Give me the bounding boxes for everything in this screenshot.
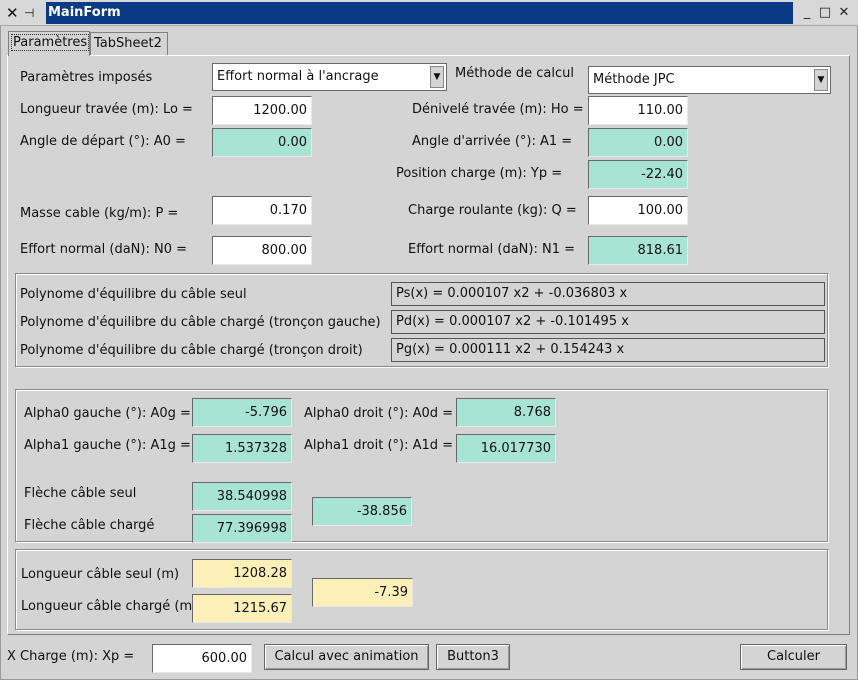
tab-parametres[interactable]: Paramètres	[8, 31, 90, 56]
calcul-animation-button[interactable]: Calcul avec animation	[264, 644, 429, 670]
poly-gauche-label: Polynome d'équilibre du câble chargé (tr…	[20, 315, 381, 330]
calculer-button[interactable]: Calculer	[740, 644, 847, 670]
tab-parametres-label: Paramètres	[10, 34, 90, 51]
a1g-label: Alpha1 gauche (°): A1g =	[24, 438, 191, 453]
p-input[interactable]: 0.170	[212, 196, 312, 225]
longueur-charge-label: Longueur câble chargé (m)	[21, 599, 198, 614]
poly-droit-label: Polynome d'équilibre du câble chargé (tr…	[20, 343, 363, 358]
poly-gauche-field: Pd(x) = 0.000107 x2 + -0.101495 x	[391, 310, 825, 334]
longueur-charge-field: 1215.67	[192, 594, 292, 623]
q-input[interactable]: 100.00	[588, 196, 688, 225]
a0d-label: Alpha0 droit (°): A0d =	[304, 406, 454, 421]
lo-input[interactable]: 1200.00	[212, 96, 312, 125]
fleche-seul-label: Flèche câble seul	[24, 486, 137, 501]
longueur-seul-label: Longueur câble seul (m)	[21, 567, 180, 582]
fleche-diff-field: -38.856	[312, 497, 412, 526]
a0d-field: 8.768	[456, 398, 556, 427]
n0-label: Effort normal (daN): N0 =	[20, 242, 188, 257]
a1-label: Angle d'arrivée (°): A1 =	[412, 134, 573, 149]
longueur-seul-field: 1208.28	[192, 559, 292, 588]
q-label: Charge roulante (kg): Q =	[408, 203, 577, 218]
xp-input[interactable]: 600.00	[152, 644, 252, 673]
a0g-label: Alpha0 gauche (°): A0g =	[24, 406, 191, 421]
n1-label: Effort normal (daN): N1 =	[408, 242, 576, 257]
a0-label: Angle de départ (°): A0 =	[20, 134, 186, 149]
chevron-down-icon[interactable]: ▼	[430, 66, 444, 88]
maximize-icon[interactable]: □	[817, 5, 833, 21]
a1g-field: 1.537328	[192, 434, 292, 463]
app-x-icon[interactable]: ✕	[6, 0, 19, 26]
yp-field: -22.40	[588, 160, 688, 189]
n0-input[interactable]: 800.00	[212, 236, 312, 265]
minimize-icon[interactable]: _	[799, 5, 815, 21]
imposed-label: Paramètres imposés	[20, 70, 153, 85]
method-select[interactable]: Méthode JPC ▼	[588, 66, 831, 94]
fleche-charge-label: Flèche câble chargé	[24, 518, 155, 533]
ho-label: Dénivelé travée (m): Ho =	[412, 102, 584, 117]
tab-tabsheet2[interactable]: TabSheet2	[90, 32, 168, 55]
longueur-diff-field: -7.39	[312, 578, 413, 607]
p-label: Masse cable (kg/m): P =	[20, 206, 179, 221]
n1-field: 818.61	[588, 236, 688, 265]
window-title: MainForm	[46, 2, 793, 24]
poly-droit-field: Pg(x) = 0.000111 x2 + 0.154243 x	[391, 338, 825, 362]
close-icon[interactable]: ✕	[836, 5, 852, 21]
ho-input[interactable]: 110.00	[588, 96, 688, 125]
imposed-select[interactable]: Effort normal à l'ancrage ▼	[212, 63, 447, 91]
a0-field: 0.00	[212, 128, 312, 157]
button3[interactable]: Button3	[436, 644, 510, 670]
xp-label: X Charge (m): Xp =	[7, 649, 135, 664]
method-label: Méthode de calcul	[455, 66, 574, 81]
fleche-seul-field: 38.540998	[192, 482, 292, 511]
longueurs-group	[15, 549, 829, 631]
a1d-field: 16.017730	[456, 434, 556, 463]
method-select-value: Méthode JPC	[593, 72, 675, 87]
a1-field: 0.00	[588, 128, 688, 157]
chevron-down-icon[interactable]: ▼	[814, 69, 828, 91]
lo-label: Longueur travée (m): Lo =	[20, 102, 193, 117]
imposed-select-value: Effort normal à l'ancrage	[217, 69, 379, 84]
tab-tabsheet2-label: TabSheet2	[94, 36, 162, 51]
pin-icon[interactable]: ⊣	[24, 0, 34, 26]
fleche-charge-field: 77.396998	[192, 514, 292, 543]
yp-label: Position charge (m): Yp =	[396, 166, 563, 181]
poly-seul-field: Ps(x) = 0.000107 x2 + -0.036803 x	[391, 282, 825, 306]
a1d-label: Alpha1 droit (°): A1d =	[304, 438, 454, 453]
a0g-field: -5.796	[192, 398, 292, 427]
poly-seul-label: Polynome d'équilibre du câble seul	[20, 287, 247, 302]
